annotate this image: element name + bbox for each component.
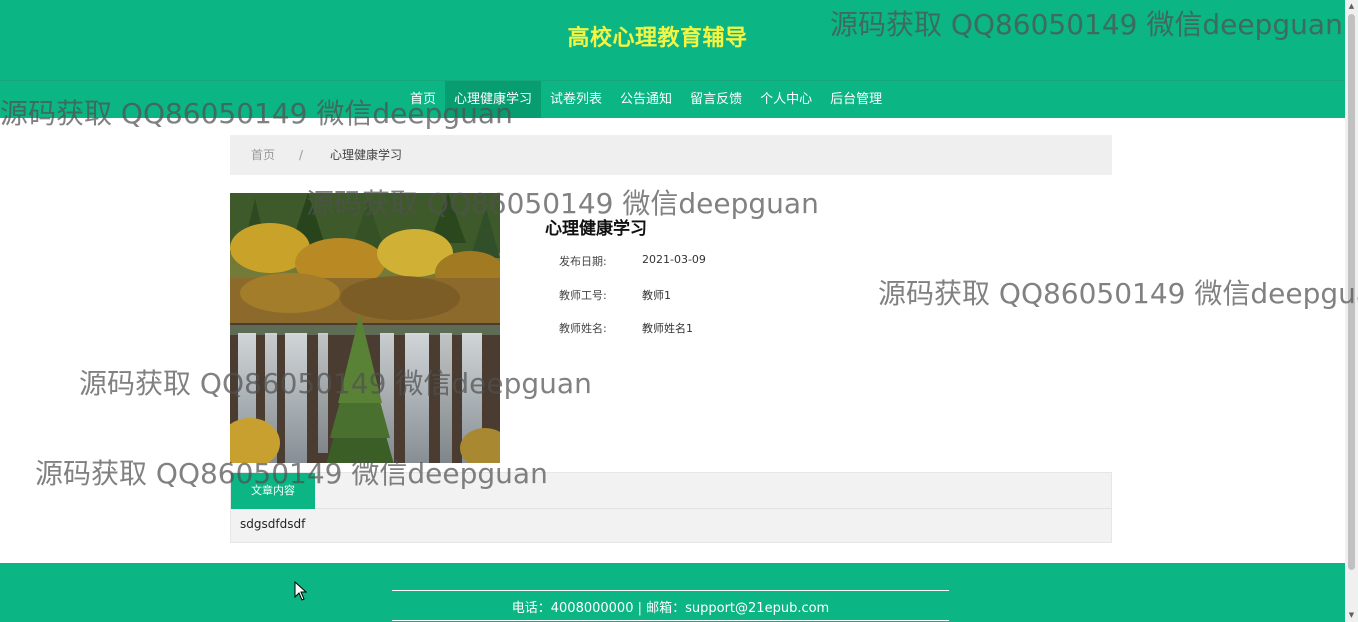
article-content-panel: 文章内容 sdgsdfdsdf: [230, 472, 1112, 543]
vertical-scrollbar[interactable]: ▲ ▼: [1345, 0, 1358, 622]
scroll-up-arrow-icon[interactable]: ▲: [1345, 0, 1358, 13]
content-tab-bar: [315, 473, 1111, 509]
nav-item-personal-center[interactable]: 个人中心: [751, 81, 821, 118]
teacher-id-value: 教师1: [642, 289, 671, 302]
site-title: 高校心理教育辅导: [567, 26, 748, 51]
footer-divider-top: [392, 590, 949, 591]
nav-item-exam-list[interactable]: 试卷列表: [541, 81, 611, 118]
scroll-down-arrow-icon[interactable]: ▼: [1345, 609, 1358, 622]
breadcrumb-home-link[interactable]: 首页: [251, 135, 275, 175]
publish-date-label: 发布日期:: [559, 255, 607, 268]
breadcrumb-separator: /: [299, 148, 304, 162]
nav-item-mental-health-learning[interactable]: 心理健康学习: [445, 81, 542, 118]
detail-title: 心理健康学习: [545, 219, 647, 239]
scroll-thumb[interactable]: [1348, 14, 1355, 570]
teacher-id-label: 教师工号:: [559, 289, 607, 302]
article-content-text: sdgsdfdsdf: [240, 517, 306, 531]
footer-divider-bottom: [392, 620, 949, 621]
breadcrumb: 首页 / 心理健康学习: [230, 135, 1112, 175]
info-row-teacher-id: 教师工号: 教师1: [559, 287, 671, 303]
footer: 电话：4008000000 | 邮箱：support@21epub.com: [0, 563, 1345, 622]
teacher-name-label: 教师姓名:: [559, 322, 607, 335]
tab-article-content[interactable]: 文章内容: [231, 473, 315, 509]
nav-item-home[interactable]: 首页: [401, 81, 445, 118]
waterfall-landscape-image: [230, 193, 500, 463]
nav-item-announcements[interactable]: 公告通知: [611, 81, 681, 118]
main-nav: 首页 心理健康学习 试卷列表 公告通知 留言反馈 个人中心 后台管理: [0, 81, 1345, 118]
mouse-cursor-icon: [294, 581, 308, 601]
info-row-publish-date: 发布日期: 2021-03-09: [559, 253, 706, 269]
info-row-teacher-name: 教师姓名: 教师姓名1: [559, 320, 693, 336]
header-bar: 高校心理教育辅导: [0, 0, 1345, 81]
nav-item-admin[interactable]: 后台管理: [821, 81, 891, 118]
teacher-name-value: 教师姓名1: [642, 322, 693, 335]
watermark-text: 源码获取 QQ86050149 微信deepguan: [878, 277, 1358, 310]
footer-contact: 电话：4008000000 | 邮箱：support@21epub.com: [511, 601, 830, 616]
breadcrumb-current: 心理健康学习: [330, 148, 403, 162]
article-image: [230, 193, 500, 463]
publish-date-value: 2021-03-09: [642, 253, 706, 266]
nav-items: 首页 心理健康学习 试卷列表 公告通知 留言反馈 个人中心 后台管理: [401, 81, 891, 118]
nav-item-feedback[interactable]: 留言反馈: [681, 81, 751, 118]
